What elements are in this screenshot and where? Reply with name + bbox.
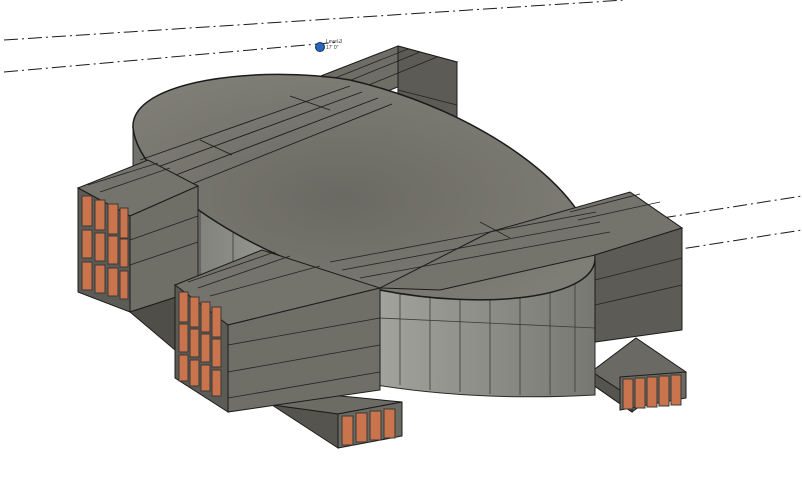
- level-marker[interactable]: Level 3 17' 0": [315, 39, 343, 52]
- level-elevation: 17' 0": [326, 45, 339, 51]
- model-viewport[interactable]: Level 3 17' 0": [0, 0, 802, 491]
- bottom-wing-southeast[interactable]: [582, 337, 687, 413]
- level-head-icon[interactable]: [315, 42, 325, 52]
